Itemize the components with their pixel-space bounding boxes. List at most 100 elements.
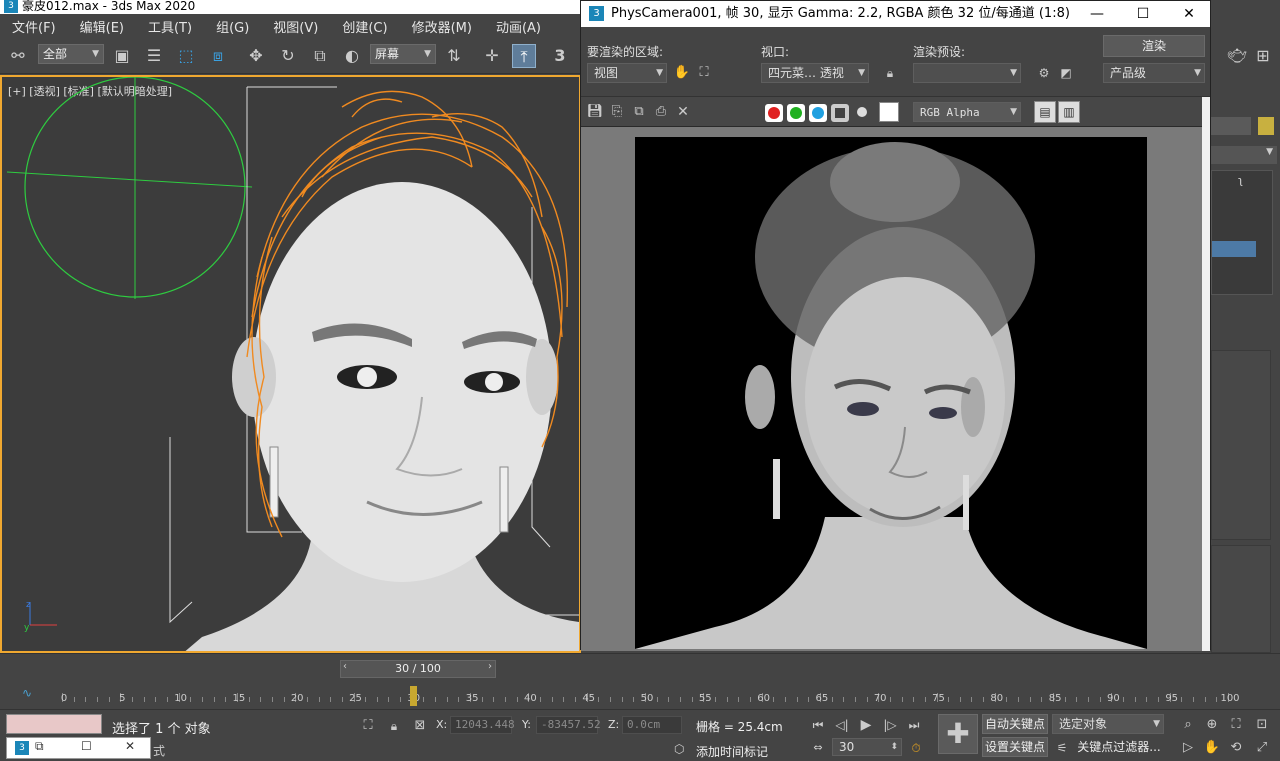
render-preset-dropdown[interactable]: ▼ <box>913 63 1021 83</box>
key-filter-icon[interactable]: ⚟ <box>1052 736 1072 760</box>
render-canvas-area[interactable] <box>581 127 1202 651</box>
close-icon[interactable]: ✕ <box>1166 1 1212 27</box>
copy-image-icon[interactable]: ⎘ <box>605 100 629 124</box>
monochrome-icon[interactable] <box>857 107 867 117</box>
perspective-viewport[interactable]: [+] [透视] [标准] [默认明暗处理] z y <box>0 75 581 653</box>
zoom-extents-icon[interactable]: ⛶ <box>1224 713 1248 737</box>
move-icon[interactable]: ✥ <box>244 44 268 68</box>
placement-icon[interactable]: ◐ <box>340 44 364 68</box>
restore-icon[interactable]: ⧉ <box>35 739 44 754</box>
render-window-title-bar[interactable]: 3 PhysCamera001, 帧 30, 显示 Gamma: 2.2, RG… <box>581 1 1210 27</box>
track-bar[interactable]: 0510152025303540455055606570758085909510… <box>60 684 1240 708</box>
render-setup-icon[interactable]: ⚙ <box>1035 63 1053 83</box>
maximize-icon[interactable]: ☐ <box>1120 1 1166 27</box>
red-channel-toggle[interactable] <box>765 104 783 122</box>
absolute-mode-icon[interactable]: ⊠ <box>408 714 432 738</box>
menu-views[interactable]: 视图(V) <box>261 17 330 36</box>
isolate-selection-icon[interactable]: ⛶ <box>356 714 380 738</box>
modifier-stack-selected-item[interactable] <box>1212 241 1256 257</box>
maxscript-listener-field[interactable] <box>6 714 102 734</box>
key-mode-icon[interactable]: ⇔ <box>806 736 830 760</box>
reference-coord-dropdown[interactable]: 屏幕 ▼ <box>370 44 436 64</box>
maximize-icon[interactable]: ☐ <box>81 739 92 753</box>
zoom-icon[interactable]: ⌕ <box>1176 713 1200 737</box>
auto-region-icon[interactable]: ⛶ <box>695 63 713 83</box>
lock-icon[interactable]: 🔒︎ <box>881 63 899 83</box>
render-history-icon[interactable]: ▤ <box>1034 101 1056 123</box>
go-to-end-icon[interactable]: ⏭ <box>902 713 926 737</box>
mini-taskbar-window[interactable]: 3 ⧉ ☐ ✕ <box>6 737 151 759</box>
menu-tools[interactable]: 工具(T) <box>136 17 204 36</box>
edit-region-icon[interactable]: ✋ <box>673 63 691 83</box>
selection-lock-icon[interactable]: 🔒︎ <box>382 714 406 738</box>
alpha-channel-toggle[interactable] <box>831 104 849 122</box>
select-manipulate-icon[interactable]: ✛ <box>480 44 504 68</box>
scale-icon[interactable]: ⧉ <box>308 44 332 68</box>
menu-edit[interactable]: 编辑(E) <box>68 17 136 36</box>
y-coordinate-field[interactable]: -83457.52 <box>536 716 601 734</box>
menu-file[interactable]: 文件(F) <box>0 17 68 36</box>
green-channel-toggle[interactable] <box>787 104 805 122</box>
rotate-icon[interactable]: ↻ <box>276 44 300 68</box>
rect-selection-icon[interactable]: ⬚ <box>174 44 198 68</box>
pivot-center-icon[interactable]: ⇅ <box>442 44 466 68</box>
play-icon[interactable]: ▶ <box>854 713 878 737</box>
blue-channel-toggle[interactable] <box>809 104 827 122</box>
save-image-icon[interactable]: 💾︎ <box>583 100 607 124</box>
frame-buffer-icon[interactable]: ▥ <box>1058 101 1080 123</box>
chevron-right-icon[interactable]: › <box>488 661 492 672</box>
set-key-button[interactable]: 设置关键点 <box>982 737 1048 757</box>
minimize-icon[interactable]: — <box>1074 1 1120 27</box>
object-color-swatch[interactable] <box>1258 117 1274 135</box>
zoom-all-icon[interactable]: ⊕ <box>1200 713 1224 737</box>
current-frame-spinner[interactable]: 30 ⬍ <box>832 738 902 756</box>
clear-icon[interactable]: ✕ <box>671 100 695 124</box>
clone-window-icon[interactable]: ⧉ <box>627 100 651 124</box>
window-crossing-icon[interactable]: ⧈ <box>206 44 230 68</box>
set-key-big-button[interactable]: ✚ <box>938 714 978 754</box>
close-icon[interactable]: ✕ <box>125 739 135 753</box>
teapot-icon[interactable]: 🫖︎ <box>1225 44 1249 68</box>
previous-frame-icon[interactable]: ◁| <box>830 713 854 737</box>
maximize-viewport-icon[interactable]: ⤢ <box>1250 736 1274 760</box>
key-filters-button[interactable]: 关键点过滤器... <box>1074 737 1164 757</box>
print-icon[interactable]: ⎙ <box>649 100 673 124</box>
select-object-icon[interactable]: ▣ <box>110 44 134 68</box>
keyboard-shortcut-override-icon[interactable]: ⤒ <box>512 44 536 68</box>
color-swatch[interactable] <box>879 102 899 122</box>
key-target-dropdown[interactable]: 选定对象 ▼ <box>1052 714 1164 734</box>
z-coordinate-field[interactable]: 0.0cm <box>622 716 682 734</box>
time-slider[interactable]: ‹ 30 / 100 › <box>340 660 496 678</box>
snap-toggle-button[interactable]: 3 <box>548 44 572 68</box>
environment-icon[interactable]: ◩ <box>1057 63 1075 83</box>
menu-create[interactable]: 创建(C) <box>330 17 399 36</box>
add-time-tag-button[interactable]: 添加时间标记 <box>696 743 768 760</box>
menu-group[interactable]: 组(G) <box>204 17 261 36</box>
render-window-scrollbar[interactable] <box>1202 97 1210 651</box>
link-icon[interactable]: ⚯ <box>6 44 30 68</box>
render-quality-dropdown[interactable]: 产品级 ▼ <box>1103 63 1205 83</box>
selection-filter-dropdown[interactable]: 全部 ▼ <box>38 44 104 64</box>
orbit-icon[interactable]: ⟲ <box>1224 736 1248 760</box>
display-channel-dropdown[interactable]: RGB Alpha ▼ <box>913 102 1021 122</box>
curve-editor-icon[interactable]: ∿ <box>22 686 32 700</box>
select-by-name-icon[interactable]: ☰ <box>142 44 166 68</box>
field-of-view-icon[interactable]: ▷ <box>1176 736 1200 760</box>
time-config-icon[interactable]: ⏱ <box>904 736 928 760</box>
object-name-field[interactable] <box>1211 117 1251 135</box>
render-area-dropdown[interactable]: 视图 ▼ <box>587 63 667 83</box>
pan-view-icon[interactable]: ✋ <box>1200 736 1224 760</box>
menu-animation[interactable]: 动画(A) <box>484 17 553 36</box>
modifier-list-dropdown[interactable]: ▼ <box>1211 146 1277 164</box>
menu-modifiers[interactable]: 修改器(M) <box>400 17 484 36</box>
x-coordinate-field[interactable]: 12043.448 <box>450 716 515 734</box>
viewport-select-dropdown[interactable]: 四元菜… 透视 ▼ <box>761 63 869 83</box>
auto-key-button[interactable]: 自动关键点 <box>982 714 1048 734</box>
grid-render-icon[interactable]: ⊞ <box>1251 44 1275 68</box>
render-button[interactable]: 渲染 <box>1103 35 1205 57</box>
next-frame-icon[interactable]: |▷ <box>878 713 902 737</box>
current-frame-marker[interactable] <box>409 686 417 706</box>
go-to-start-icon[interactable]: ⏮ <box>806 713 830 737</box>
zoom-extents-all-icon[interactable]: ⊡ <box>1250 713 1274 737</box>
modifier-stack-list[interactable]: ʅ <box>1211 170 1273 295</box>
